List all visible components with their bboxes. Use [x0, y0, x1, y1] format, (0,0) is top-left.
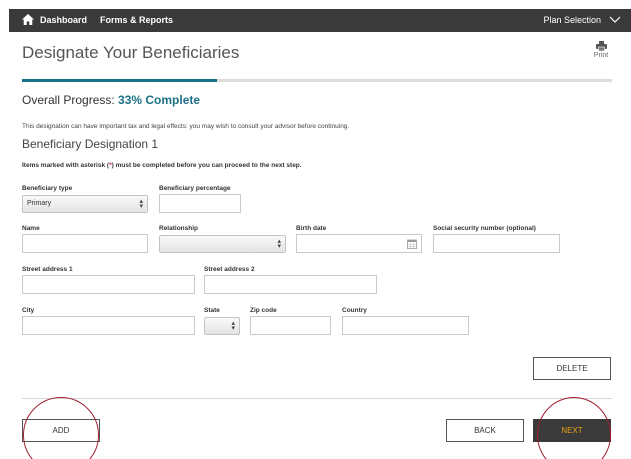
required-note-before: Items marked with asterisk ( [22, 162, 110, 169]
country-input[interactable] [342, 316, 469, 335]
page-title: Designate Your Beneficiaries [22, 43, 240, 62]
state-label: State [204, 307, 220, 314]
city-label: City [22, 307, 35, 314]
calendar-icon[interactable] [407, 239, 417, 249]
home-icon[interactable] [22, 14, 34, 25]
beneficiary-percentage-label: Beneficiary percentage [159, 185, 231, 192]
beneficiary-percentage-input[interactable] [159, 194, 241, 213]
overall-progress-percent: 33% Complete [118, 93, 201, 107]
ssn-input[interactable] [433, 234, 560, 253]
city-input[interactable] [22, 316, 195, 335]
relationship-label: Relationship [159, 225, 199, 232]
delete-button[interactable]: DELETE [533, 357, 611, 380]
overall-progress: Overall Progress: 33% Complete [22, 93, 200, 107]
select-arrows-icon: ▴ ▾ [139, 198, 143, 210]
add-button[interactable]: ADD [22, 419, 100, 442]
overall-progress-label: Overall Progress: [22, 93, 119, 107]
street-address-2-label: Street address 2 [204, 266, 255, 273]
back-button[interactable]: BACK [446, 419, 524, 442]
zip-code-label: Zip code [250, 307, 277, 314]
select-arrows-icon: ▴ ▾ [231, 320, 235, 332]
beneficiary-type-value: Primary [27, 200, 52, 207]
name-label: Name [22, 225, 40, 232]
street-address-2-input[interactable] [204, 275, 377, 294]
progress-bar [22, 79, 612, 82]
select-arrows-icon: ▴ ▾ [277, 238, 281, 250]
zip-code-input[interactable] [250, 316, 331, 335]
progress-bar-fill [22, 79, 217, 82]
next-button[interactable]: NEXT [533, 419, 611, 442]
nav-plan-selection[interactable]: Plan Selection [543, 15, 601, 25]
nav-forms-reports[interactable]: Forms & Reports [100, 15, 173, 25]
beneficiary-type-select[interactable]: Primary ▴ ▾ [22, 195, 148, 213]
section-title: Beneficiary Designation 1 [22, 137, 159, 151]
name-input[interactable] [22, 234, 148, 253]
state-select[interactable]: ▴ ▾ [204, 317, 240, 335]
chevron-down-icon[interactable] [609, 14, 621, 24]
print-label: Print [593, 52, 609, 59]
country-label: Country [342, 307, 367, 314]
required-note-after: ) must be completed before you can proce… [111, 162, 302, 169]
legal-notice: This designation can have important tax … [22, 123, 350, 130]
nav-dashboard[interactable]: Dashboard [40, 15, 87, 25]
ssn-label: Social security number (optional) [433, 225, 536, 232]
required-note: Items marked with asterisk (*) must be c… [22, 162, 302, 169]
printer-icon [595, 41, 607, 51]
birth-date-label: Birth date [296, 225, 327, 232]
footer-divider [22, 398, 612, 399]
street-address-1-label: Street address 1 [22, 266, 73, 273]
relationship-select[interactable]: ▴ ▾ [159, 235, 286, 253]
top-nav-bar: Dashboard Forms & Reports Plan Selection [9, 9, 631, 32]
birth-date-input[interactable] [296, 234, 422, 253]
street-address-1-input[interactable] [22, 275, 195, 294]
print-button[interactable]: Print [589, 41, 613, 59]
beneficiary-type-label: Beneficiary type [22, 185, 73, 192]
